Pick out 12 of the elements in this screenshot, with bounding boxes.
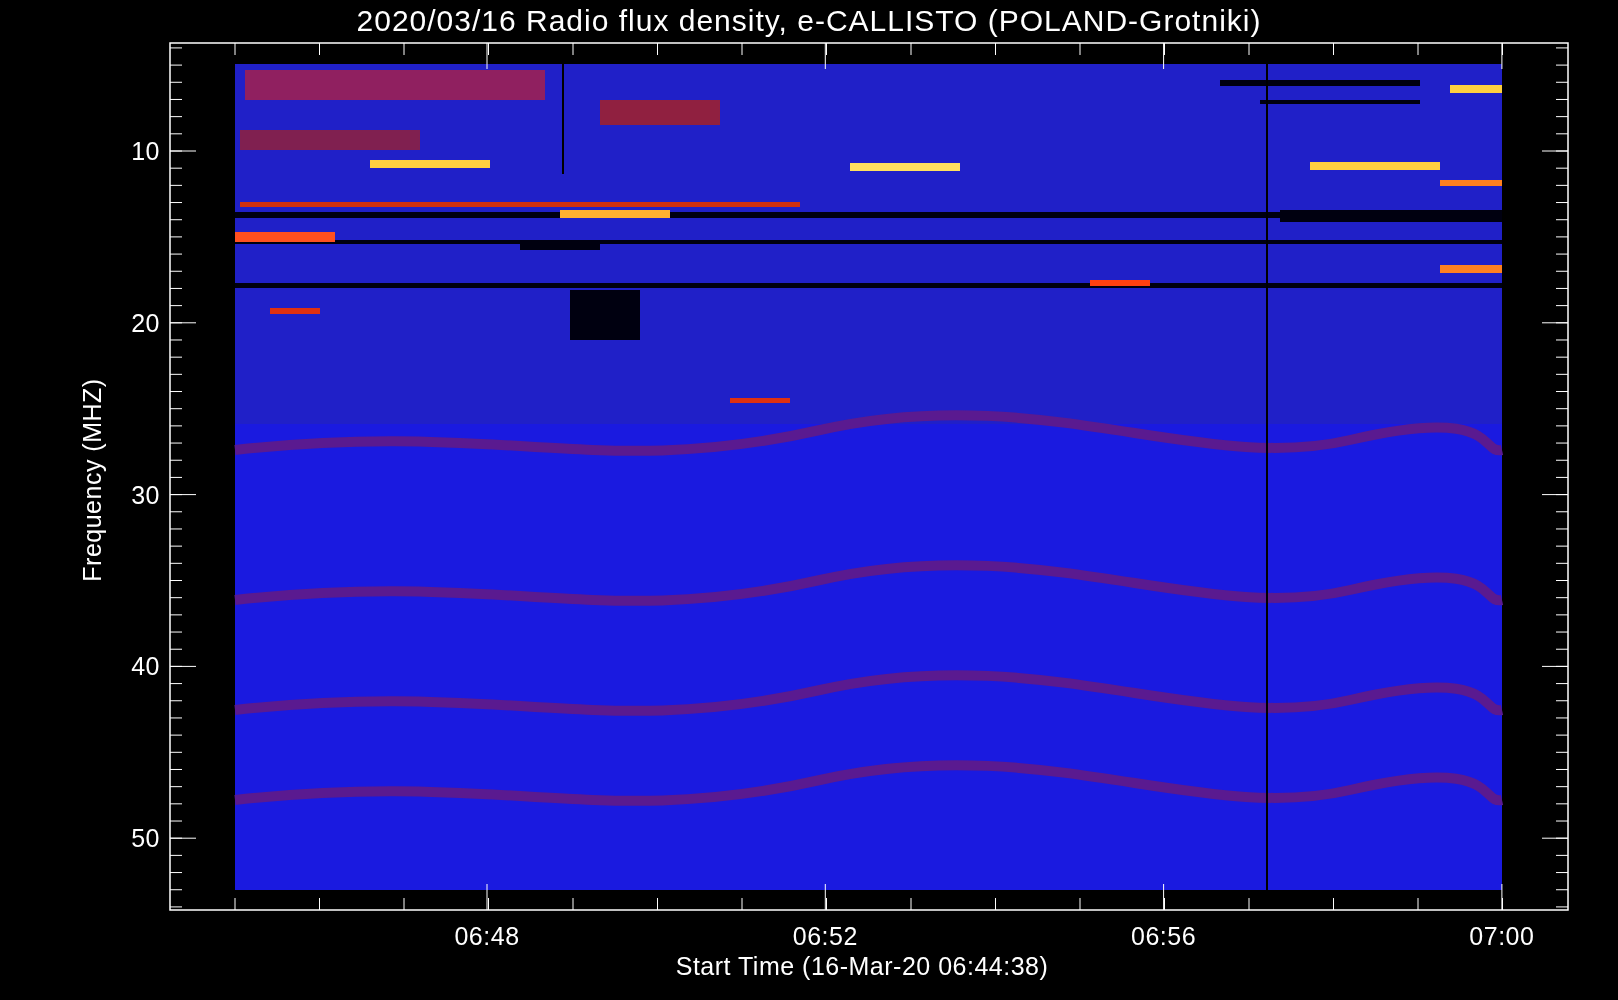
x-tick-label: 06:48 <box>454 922 520 950</box>
y-axis-label: Frequency (MHZ) <box>78 378 106 582</box>
y-tick-label: 20 <box>131 308 160 337</box>
y-tick-label: 30 <box>131 480 160 509</box>
x-tick-label: 07:00 <box>1469 922 1535 950</box>
y-tick-label: 50 <box>131 824 160 853</box>
y-tick-label: 40 <box>131 652 160 681</box>
x-tick-label: 06:52 <box>792 922 858 950</box>
x-axis-label: Start Time (16-Mar-20 06:44:38) <box>675 952 1049 980</box>
chart-title: 2020/03/16 Radio flux density, e-CALLISTO (POLAND-Grotniki) <box>356 4 1262 37</box>
x-tick-label: 06:56 <box>1131 922 1197 950</box>
y-tick-label: 10 <box>131 137 160 165</box>
